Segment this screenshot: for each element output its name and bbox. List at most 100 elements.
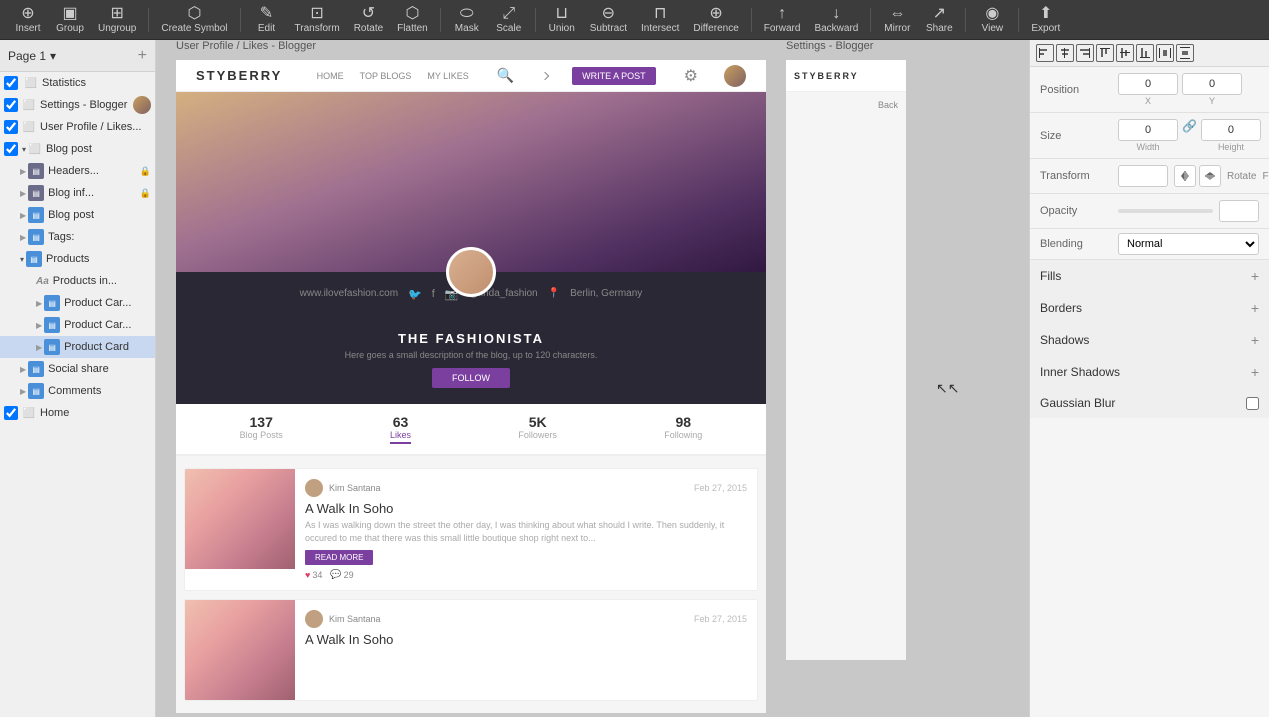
ungroup-icon: ⊞ — [110, 6, 123, 22]
follow-button[interactable]: FOLLOW — [432, 368, 510, 388]
toolbar-create-symbol[interactable]: ⬡ Create Symbol — [155, 4, 233, 36]
layer-social-share[interactable]: ▶ ▤ Social share — [0, 358, 155, 380]
layer-visibility-blog-post[interactable] — [4, 142, 18, 156]
nav-link-home[interactable]: HOME — [317, 71, 344, 81]
layer-products-group[interactable]: ▾ ▤ Products — [0, 248, 155, 270]
toolbar-transform[interactable]: ⊡ Transform — [289, 4, 346, 36]
toolbar-export[interactable]: ⬆ Export — [1025, 4, 1066, 36]
align-top-button[interactable] — [1096, 44, 1114, 62]
layer-product-car-1[interactable]: ▶ ▤ Product Car... — [0, 292, 155, 314]
x-position-input[interactable] — [1118, 73, 1178, 95]
borders-section-header[interactable]: Borders + — [1030, 292, 1269, 324]
toolbar-insert[interactable]: ⊕ Insert — [8, 4, 48, 36]
layer-headers[interactable]: ▶ ▤ Headers... 🔒 — [0, 160, 155, 182]
opacity-input[interactable] — [1219, 200, 1259, 222]
toolbar-flatten[interactable]: ⬡ Flatten — [391, 4, 434, 36]
align-bottom-button[interactable] — [1136, 44, 1154, 62]
page-selector[interactable]: Page 1 ▾ — [8, 49, 56, 63]
post-card-2: Kim Santana Feb 27, 2015 A Walk In Soho — [184, 599, 758, 701]
height-label: Height — [1201, 142, 1261, 152]
settings-logo: STYBERRY — [794, 71, 859, 81]
layer-visibility-settings[interactable] — [4, 98, 18, 112]
fills-add-button[interactable]: + — [1251, 268, 1259, 284]
distribute-h-button[interactable] — [1156, 44, 1174, 62]
toolbar-sep-5 — [751, 8, 752, 32]
inner-shadows-add-button[interactable]: + — [1251, 364, 1259, 380]
height-input[interactable] — [1201, 119, 1261, 141]
layer-blog-post-inner[interactable]: ▶ ▤ Blog post — [0, 204, 155, 226]
toolbar-backward[interactable]: ↓ Backward — [808, 4, 864, 36]
toolbar-ungroup[interactable]: ⊞ Ungroup — [92, 4, 142, 36]
gaussian-blur-section-header[interactable]: Gaussian Blur — [1030, 388, 1269, 418]
facebook-icon[interactable]: f — [432, 288, 435, 301]
distribute-v-button[interactable] — [1176, 44, 1194, 62]
layer-visibility-home[interactable] — [4, 406, 18, 420]
folder-icon-headers: ▤ — [28, 163, 44, 179]
layer-statistics[interactable]: ⬜ Statistics — [0, 72, 155, 94]
back-button[interactable]: Back — [786, 92, 906, 118]
layer-home[interactable]: ⬜ Home — [0, 402, 155, 424]
twitter-icon[interactable]: 🐦 — [408, 288, 422, 301]
flip-h-button[interactable] — [1174, 165, 1196, 187]
toolbar-mask[interactable]: ⬭ Mask — [447, 4, 487, 36]
rotate-label: Rotate — [1227, 171, 1256, 182]
profile-desc: Here goes a small description of the blo… — [345, 350, 598, 360]
position-row: Position X Y — [1030, 67, 1269, 112]
layer-user-profile[interactable]: ⬜ User Profile / Likes... — [0, 116, 155, 138]
toolbar-edit[interactable]: ✎ Edit — [247, 4, 287, 36]
align-left-button[interactable] — [1036, 44, 1054, 62]
layer-settings-blogger[interactable]: ⬜ Settings - Blogger — [0, 94, 155, 116]
layer-products-in[interactable]: Aa Products in... — [0, 270, 155, 292]
align-right-button[interactable] — [1076, 44, 1094, 62]
flip-v-button[interactable] — [1199, 165, 1221, 187]
toolbar-share[interactable]: ↗ Share — [919, 4, 959, 36]
shadows-section-header[interactable]: Shadows + — [1030, 324, 1269, 356]
nav-link-top-blogs[interactable]: TOP BLOGS — [360, 71, 412, 81]
width-input[interactable] — [1118, 119, 1178, 141]
opacity-slider[interactable] — [1118, 209, 1213, 213]
align-center-v-button[interactable] — [1116, 44, 1134, 62]
layer-visibility-user-profile[interactable] — [4, 120, 18, 134]
rotate-input[interactable] — [1118, 165, 1168, 187]
toolbar-intersect[interactable]: ⊓ Intersect — [635, 4, 685, 36]
toolbar-view[interactable]: ◉ View — [972, 4, 1012, 36]
toolbar-rotate[interactable]: ↺ Rotate — [348, 4, 389, 36]
borders-label: Borders — [1040, 301, 1251, 315]
toolbar-forward[interactable]: ↑ Forward — [758, 4, 807, 36]
toolbar-union[interactable]: ⊔ Union — [542, 4, 582, 36]
inner-shadows-section-header[interactable]: Inner Shadows + — [1030, 356, 1269, 388]
gaussian-blur-label: Gaussian Blur — [1040, 396, 1242, 410]
toolbar-subtract[interactable]: ⊖ Subtract — [584, 4, 633, 36]
layer-comments[interactable]: ▶ ▤ Comments — [0, 380, 155, 402]
toolbar-group[interactable]: ▣ Group — [50, 4, 90, 36]
nav-link-my-likes[interactable]: MY LIKES — [427, 71, 468, 81]
page-icon-settings: ⬜ — [22, 98, 36, 112]
toolbar-scale[interactable]: ⤢ Scale — [489, 4, 529, 36]
search-icon[interactable]: 🔍 — [497, 67, 514, 84]
read-more-button-1[interactable]: READ MORE — [305, 550, 373, 565]
canvas[interactable]: User Profile / Likes - Blogger STYBERRY … — [156, 40, 1029, 717]
size-lock-icon[interactable]: 🔗 — [1182, 119, 1197, 142]
fills-section-header[interactable]: Fills + — [1030, 260, 1269, 292]
dropdown-icon[interactable] — [541, 71, 549, 79]
align-toolbar — [1030, 40, 1269, 67]
gaussian-blur-toggle[interactable] — [1246, 397, 1259, 410]
layer-tags[interactable]: ▶ ▤ Tags: — [0, 226, 155, 248]
toolbar-mirror[interactable]: ⇔ Mirror — [877, 4, 917, 36]
shadows-add-button[interactable]: + — [1251, 332, 1259, 348]
user-avatar-nav[interactable] — [724, 65, 746, 87]
align-center-h-button[interactable] — [1056, 44, 1074, 62]
write-post-button[interactable]: WRITE A POST — [572, 67, 656, 85]
layer-blog-inf[interactable]: ▶ ▤ Blog inf... 🔒 — [0, 182, 155, 204]
y-position-input[interactable] — [1182, 73, 1242, 95]
layer-blog-post[interactable]: ▾ ⬜ Blog post — [0, 138, 155, 160]
stat-likes[interactable]: 63 Likes — [390, 414, 411, 444]
settings-icon[interactable]: ⚙ — [684, 66, 698, 86]
borders-add-button[interactable]: + — [1251, 300, 1259, 316]
toolbar-difference[interactable]: ⊕ Difference — [687, 4, 744, 36]
layer-product-card[interactable]: ▶ ▤ Product Card — [0, 336, 155, 358]
layer-visibility-statistics[interactable] — [4, 76, 18, 90]
add-page-button[interactable]: + — [138, 47, 147, 65]
blending-select[interactable]: Normal Darken Multiply Color Burn Lighte… — [1118, 233, 1259, 255]
layer-product-car-2[interactable]: ▶ ▤ Product Car... — [0, 314, 155, 336]
